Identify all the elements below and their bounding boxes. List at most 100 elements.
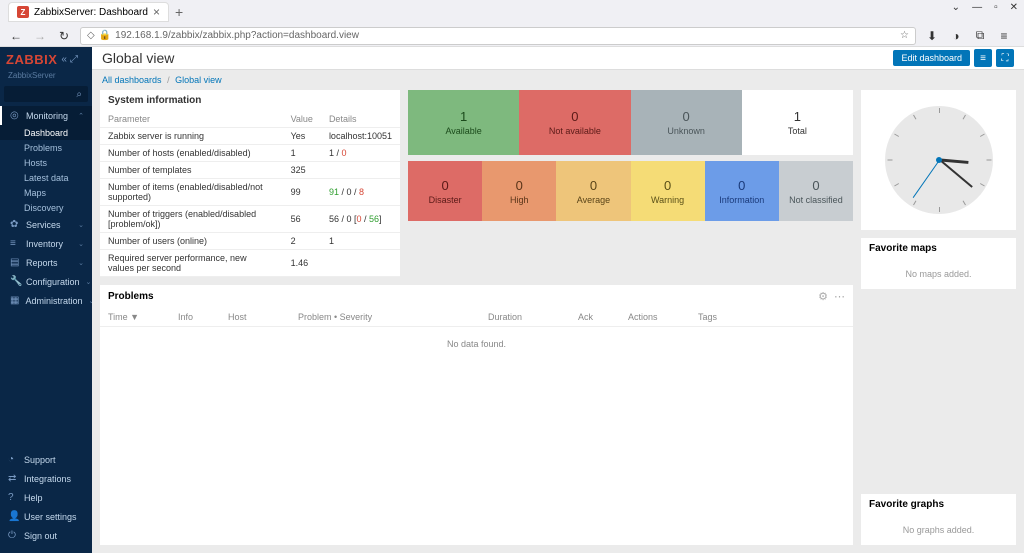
page-title: Global view <box>102 50 174 66</box>
column-header[interactable]: Ack <box>578 312 628 322</box>
sidebar-item-reports[interactable]: ▤Reports⌄ <box>0 253 92 272</box>
column-header[interactable]: Host <box>228 312 298 322</box>
clock-widget <box>861 90 1016 230</box>
forward-button[interactable]: → <box>32 28 48 44</box>
sidebar-help[interactable]: ?Help <box>0 488 92 507</box>
column-header[interactable]: Tags <box>698 312 758 322</box>
empty-message: No maps added. <box>861 259 1016 289</box>
status-tile[interactable]: 0Warning <box>631 161 705 221</box>
sidebar-sign-out[interactable]: ⏻Sign out <box>0 526 92 545</box>
new-tab-button[interactable]: + <box>169 4 189 20</box>
back-button[interactable]: ← <box>8 28 24 44</box>
status-tile[interactable]: 0High <box>482 161 556 221</box>
browser-tab[interactable]: Z ZabbixServer: Dashboard × <box>8 2 169 22</box>
status-tile[interactable]: 0Information <box>705 161 779 221</box>
sidebar-integrations[interactable]: ⇄Integrations <box>0 469 92 488</box>
status-tile[interactable]: 1Available <box>408 90 519 155</box>
breadcrumb-all-dashboards[interactable]: All dashboards <box>102 75 162 85</box>
zabbix-favicon-icon: Z <box>17 6 29 18</box>
sidebar-item-monitoring[interactable]: ◎ Monitoring ⌃ <box>0 106 92 125</box>
breadcrumb-current[interactable]: Global view <box>175 75 222 85</box>
table-row: Number of triggers (enabled/disabled [pr… <box>100 206 400 233</box>
admin-icon: ▦ <box>10 295 19 306</box>
minimize-icon[interactable]: — <box>972 2 982 13</box>
extensions-icon[interactable]: ⧉ <box>972 28 988 44</box>
sidebar-sub-discovery[interactable]: Discovery <box>0 200 92 215</box>
logo: ZABBIX <box>6 52 57 67</box>
system-information-widget: System information ParameterValueDetails… <box>100 90 400 277</box>
no-data-message: No data found. <box>100 327 853 361</box>
empty-message: No graphs added. <box>861 515 1016 545</box>
table-row: Number of users (online)21 <box>100 233 400 250</box>
gear-icon: ✿ <box>10 219 20 230</box>
url-bar[interactable]: ◇ 🔒 192.168.1.9/zabbix/zabbix.php?action… <box>80 27 916 45</box>
host-availability-widget: 1Available0Not available0Unknown1Total <box>408 90 853 155</box>
sidebar: ZABBIX « ⤢ ZabbixServer ⌕ ◎ Monitoring ⌃… <box>0 47 92 553</box>
status-tile[interactable]: 0Disaster <box>408 161 482 221</box>
sidebar-sub-dashboard[interactable]: Dashboard <box>0 125 92 140</box>
support-icon: ◔ <box>8 454 18 465</box>
column-header[interactable]: Time ▼ <box>108 312 178 322</box>
column-header[interactable]: Duration <box>488 312 578 322</box>
sidebar-item-administration[interactable]: ▦Administration⌄ <box>0 291 92 310</box>
lock-icon: 🔒 <box>99 30 111 41</box>
wrench-icon: 🔧 <box>10 276 20 287</box>
favorite-graphs-widget: Favorite graphs No graphs added. <box>861 494 1016 545</box>
table-row: Number of hosts (enabled/disabled)11 / 0 <box>100 145 400 162</box>
status-tile[interactable]: 0Unknown <box>631 90 742 155</box>
column-header[interactable]: Actions <box>628 312 698 322</box>
gear-icon[interactable]: ⚙ <box>818 290 828 303</box>
search-icon: ⌕ <box>76 89 82 100</box>
sidebar-sub-maps[interactable]: Maps <box>0 185 92 200</box>
table-row: Zabbix server is runningYeslocalhost:100… <box>100 128 400 145</box>
chevron-down-icon: ⌄ <box>78 240 84 248</box>
collapse-icon[interactable]: « <box>61 54 67 65</box>
chevron-down-icon: ⌄ <box>78 221 84 229</box>
expand-icon[interactable]: ⤢ <box>70 54 78 65</box>
star-icon[interactable]: ☆ <box>900 30 909 41</box>
favorite-maps-widget: Favorite maps No maps added. <box>861 238 1016 289</box>
help-icon: ? <box>8 492 18 503</box>
close-icon[interactable]: ✕ <box>1010 2 1018 13</box>
column-header[interactable]: Info <box>178 312 228 322</box>
table-row: Required server performance, new values … <box>100 250 400 277</box>
maximize-icon[interactable]: ▫ <box>994 2 998 13</box>
problems-widget: Problems ⚙⋯ Time ▼InfoHostProblem • Seve… <box>100 285 853 545</box>
status-tile[interactable]: 0Not classified <box>779 161 853 221</box>
account-icon[interactable]: ◑ <box>948 28 964 44</box>
status-tile[interactable]: 0Average <box>556 161 630 221</box>
status-tile[interactable]: 1Total <box>742 90 853 155</box>
tab-close-icon[interactable]: × <box>153 5 160 19</box>
table-row: Number of items (enabled/disabled/not su… <box>100 179 400 206</box>
server-name: ZabbixServer <box>0 71 92 84</box>
sidebar-sub-latest-data[interactable]: Latest data <box>0 170 92 185</box>
chevron-up-icon: ⌃ <box>78 112 84 120</box>
download-icon[interactable]: ⬇ <box>924 28 940 44</box>
sidebar-item-services[interactable]: ✿Services⌄ <box>0 215 92 234</box>
chevron-down-icon[interactable]: ⌄ <box>952 2 960 13</box>
search-input[interactable]: ⌕ <box>4 86 88 102</box>
sidebar-sub-hosts[interactable]: Hosts <box>0 155 92 170</box>
doc-icon: ▤ <box>10 257 20 268</box>
column-header[interactable]: Problem • Severity <box>298 312 488 322</box>
signout-icon: ⏻ <box>8 530 18 541</box>
status-tile[interactable]: 0Not available <box>519 90 630 155</box>
reload-button[interactable]: ↻ <box>56 28 72 44</box>
tab-title: ZabbixServer: Dashboard <box>34 7 148 18</box>
edit-dashboard-button[interactable]: Edit dashboard <box>893 50 970 66</box>
clock-face <box>885 106 993 214</box>
menu-icon[interactable]: ≡ <box>996 28 1012 44</box>
widget-title: Favorite maps <box>861 238 1016 259</box>
sidebar-sub-problems[interactable]: Problems <box>0 140 92 155</box>
list-view-icon[interactable]: ≡ <box>974 49 992 67</box>
integrations-icon: ⇄ <box>8 473 18 484</box>
chevron-down-icon: ⌄ <box>86 278 92 286</box>
browser-chrome: ⌄ — ▫ ✕ Z ZabbixServer: Dashboard × + ← … <box>0 0 1024 47</box>
chevron-down-icon: ⌄ <box>78 259 84 267</box>
sidebar-item-configuration[interactable]: 🔧Configuration⌄ <box>0 272 92 291</box>
sidebar-user-settings[interactable]: 👤User settings <box>0 507 92 526</box>
sidebar-item-inventory[interactable]: ≡Inventory⌄ <box>0 234 92 253</box>
kiosk-icon[interactable]: ⛶ <box>996 49 1014 67</box>
more-icon[interactable]: ⋯ <box>834 290 845 303</box>
sidebar-support[interactable]: ◔Support <box>0 450 92 469</box>
